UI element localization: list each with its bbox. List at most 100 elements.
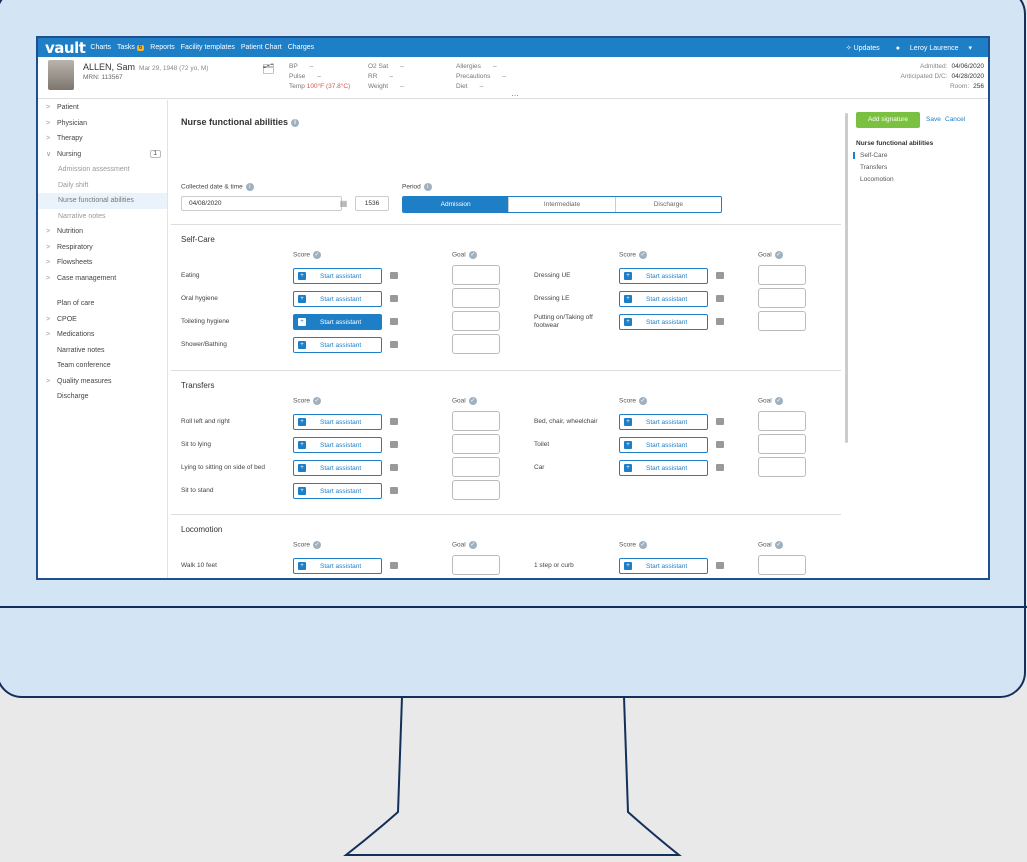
goal-input[interactable] [758,434,806,454]
start-assistant-button[interactable]: + Start assistant [619,558,708,574]
date-input[interactable]: 04/08/2020 [181,196,342,211]
start-assistant-button[interactable]: + Start assistant [619,314,708,330]
period-label-text: Period [402,183,421,191]
period-intermediate[interactable]: Intermediate [508,197,614,212]
goal-input[interactable] [758,578,806,580]
comment-icon[interactable] [390,464,398,471]
comment-icon[interactable] [390,272,398,279]
comment-icon[interactable] [716,441,724,448]
goal-input[interactable] [452,578,500,580]
goal-input[interactable] [758,411,806,431]
start-assistant-button[interactable]: + Start assistant [293,483,382,499]
sidebar-item[interactable]: Daily shift [38,178,167,194]
comment-icon[interactable] [716,272,724,279]
comment-icon[interactable] [716,418,724,425]
sidebar-item[interactable]: Nurse functional abilities [38,193,167,209]
sidebar-item[interactable]: > Medications [38,327,167,343]
info-icon[interactable]: i [245,183,254,191]
sidebar-item[interactable]: > Nutrition [38,224,167,240]
sidebar-item[interactable]: Team conference [38,358,167,374]
sidebar-item[interactable]: > Quality measures [38,374,167,390]
toc-locomotion[interactable]: Locomotion [860,176,894,183]
comment-icon[interactable] [390,487,398,494]
sidebar-item[interactable]: > Patient [38,100,167,116]
vertical-scrollbar[interactable] [845,113,848,443]
start-assistant-button[interactable]: + Start assistant [619,268,708,284]
start-assistant-button[interactable]: + Start assistant [619,437,708,453]
nav-patient-chart[interactable]: Patient Chart [241,44,282,51]
nav-reports[interactable]: Reports [150,44,175,51]
sidebar-item[interactable]: Admission assessment [38,162,167,178]
save-link[interactable]: Save [926,116,941,123]
sidebar-item[interactable]: > Flowsheets [38,255,167,271]
period-admission[interactable]: Admission [403,197,509,212]
comment-icon[interactable] [390,562,398,569]
more-icon[interactable]: … [511,89,519,98]
goal-input[interactable] [758,265,806,285]
sidebar-item[interactable]: > Therapy [38,131,167,147]
comment-icon[interactable] [716,464,724,471]
info-icon[interactable]: i [291,118,300,127]
sidebar-item[interactable]: Narrative notes [38,343,167,359]
start-assistant-button[interactable]: + Start assistant [293,268,382,284]
start-assistant-button[interactable]: + Start assistant [619,414,708,430]
time-input[interactable]: 1536 [355,196,389,211]
start-assistant-button[interactable]: + Start assistant [293,460,382,476]
nav-facility-templates[interactable]: Facility templates [181,44,235,51]
goal-input[interactable] [452,411,500,431]
toc-self-care[interactable]: Self-Care [853,152,887,159]
patient-name[interactable]: ALLEN, Sam [83,62,135,72]
start-assistant-button[interactable]: + Start assistant [619,460,708,476]
comment-icon[interactable] [390,318,398,325]
goal-input[interactable] [758,555,806,575]
goal-input[interactable] [452,434,500,454]
nav-tasks[interactable]: Tasks 6 [117,44,145,51]
sidebar-item[interactable]: Narrative notes [38,209,167,225]
goal-input[interactable] [452,265,500,285]
comment-icon[interactable] [390,341,398,348]
goal-input[interactable] [758,457,806,477]
sidebar-item[interactable]: > CPOE [38,312,167,328]
start-assistant-button[interactable]: + Start assistant [293,437,382,453]
add-signature-button[interactable]: Add signature [856,112,920,128]
comment-icon[interactable] [390,295,398,302]
start-assistant-button[interactable]: + Start assistant [293,291,382,307]
comment-icon[interactable] [716,295,724,302]
sidebar-item[interactable]: ∨ Nursing 1 [38,147,167,163]
id-card-icon[interactable]: 🗂 [262,64,275,75]
user-menu[interactable]: ● Leroy Laurence ▾ [896,44,980,52]
goal-input[interactable] [452,334,500,354]
sidebar-item[interactable]: > Case management [38,271,167,287]
goal-input[interactable] [452,311,500,331]
sidebar-item[interactable]: Plan of care [38,296,167,312]
comment-icon[interactable] [390,418,398,425]
sidebar: > Patient > Physician > Therapy ∨ Nursing 1 Admis… [38,100,168,578]
nav-charts[interactable]: Charts [90,44,111,51]
updates-link[interactable]: ✧ Updates [846,44,888,52]
goal-input[interactable] [452,457,500,477]
sidebar-item[interactable]: > Respiratory [38,240,167,256]
check-icon: ✓ [638,541,647,549]
start-assistant-button[interactable]: + Start assistant [619,291,708,307]
start-assistant-button[interactable]: + Start assistant [293,558,382,574]
cancel-link[interactable]: Cancel [945,116,965,123]
goal-input[interactable] [758,311,806,331]
comment-icon[interactable] [390,441,398,448]
start-assistant-button[interactable]: + Start assistant [293,314,382,330]
sidebar-item[interactable]: Discharge [38,389,167,405]
comment-icon[interactable] [716,318,724,325]
calendar-icon[interactable]: ▦ [336,196,351,211]
goal-input[interactable] [452,288,500,308]
info-icon[interactable]: i [423,183,432,191]
start-assistant-button[interactable]: + Start assistant [293,337,382,353]
admitted-value: 04/06/2020 [951,63,984,70]
start-assistant-button[interactable]: + Start assistant [293,414,382,430]
sidebar-item[interactable]: > Physician [38,116,167,132]
goal-input[interactable] [758,288,806,308]
toc-transfers[interactable]: Transfers [860,164,887,171]
comment-icon[interactable] [716,562,724,569]
period-discharge[interactable]: Discharge [614,197,721,212]
nav-charges[interactable]: Charges [288,44,314,51]
goal-input[interactable] [452,480,500,500]
goal-input[interactable] [452,555,500,575]
